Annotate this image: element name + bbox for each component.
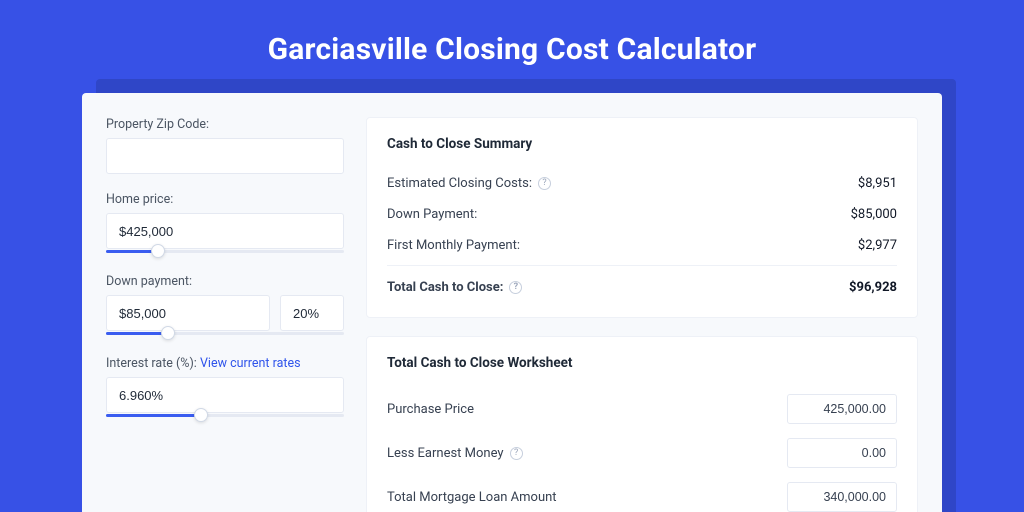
calculator-container: Property Zip Code: Home price: Down paym… [82, 93, 942, 512]
interest-rate-input[interactable] [106, 377, 344, 413]
worksheet-row-label: Less Earnest Money ? [387, 446, 523, 461]
zip-field-group: Property Zip Code: [106, 117, 344, 174]
slider-fill [106, 414, 201, 417]
slider-thumb[interactable] [151, 244, 165, 258]
summary-row: Down Payment: $85,000 [387, 199, 897, 230]
interest-rate-field-group: Interest rate (%): View current rates [106, 356, 344, 420]
interest-rate-slider[interactable] [106, 412, 344, 420]
help-icon[interactable]: ? [538, 177, 551, 190]
summary-row-value: $8,951 [858, 176, 897, 191]
help-icon[interactable]: ? [510, 447, 523, 460]
summary-row: Estimated Closing Costs: ? $8,951 [387, 168, 897, 199]
interest-rate-label-text: Interest rate (%): [106, 356, 197, 371]
inputs-column: Property Zip Code: Home price: Down paym… [106, 117, 344, 512]
worksheet-row: Purchase Price [387, 387, 897, 431]
worksheet-row-label-text: Total Mortgage Loan Amount [387, 490, 557, 505]
interest-rate-label: Interest rate (%): View current rates [106, 356, 344, 371]
calculator-panel: Property Zip Code: Home price: Down paym… [82, 93, 942, 512]
summary-row-label: First Monthly Payment: [387, 238, 520, 253]
home-price-label: Home price: [106, 192, 344, 207]
summary-total-value: $96,928 [849, 280, 897, 295]
down-payment-amount-input[interactable] [106, 295, 270, 331]
worksheet-row: Less Earnest Money ? [387, 431, 897, 475]
help-icon[interactable]: ? [509, 281, 522, 294]
worksheet-card: Total Cash to Close Worksheet Purchase P… [366, 336, 918, 512]
worksheet-row-label-text: Less Earnest Money [387, 446, 504, 461]
down-payment-label: Down payment: [106, 274, 344, 289]
worksheet-row-label: Total Mortgage Loan Amount [387, 490, 557, 505]
view-rates-link[interactable]: View current rates [200, 356, 301, 371]
worksheet-row-label: Purchase Price [387, 402, 474, 417]
slider-thumb[interactable] [194, 408, 208, 422]
down-payment-slider[interactable] [106, 330, 344, 338]
down-payment-field-group: Down payment: [106, 274, 344, 338]
home-price-field-group: Home price: [106, 192, 344, 256]
purchase-price-input[interactable] [787, 394, 897, 424]
slider-thumb[interactable] [161, 326, 175, 340]
summary-row-label: Down Payment: [387, 207, 477, 222]
down-payment-row [106, 295, 344, 331]
worksheet-row: Total Mortgage Loan Amount [387, 475, 897, 512]
summary-row-label-text: Down Payment: [387, 207, 477, 222]
summary-row-label: Estimated Closing Costs: ? [387, 176, 551, 191]
mortgage-loan-input[interactable] [787, 482, 897, 512]
summary-row-value: $2,977 [858, 238, 897, 253]
worksheet-heading: Total Cash to Close Worksheet [387, 355, 897, 371]
earnest-money-input[interactable] [787, 438, 897, 468]
down-payment-pct-input[interactable] [280, 295, 344, 331]
summary-row-label-text: Estimated Closing Costs: [387, 176, 532, 191]
home-price-slider[interactable] [106, 248, 344, 256]
home-price-input[interactable] [106, 213, 344, 249]
worksheet-row-label-text: Purchase Price [387, 402, 474, 417]
summary-total-label: Total Cash to Close: ? [387, 280, 522, 295]
slider-fill [106, 332, 168, 335]
results-column: Cash to Close Summary Estimated Closing … [366, 117, 918, 512]
summary-row-label-text: First Monthly Payment: [387, 238, 520, 253]
summary-total-label-text: Total Cash to Close: [387, 280, 503, 295]
summary-row: First Monthly Payment: $2,977 [387, 230, 897, 261]
summary-heading: Cash to Close Summary [387, 136, 897, 152]
summary-total-row: Total Cash to Close: ? $96,928 [387, 265, 897, 303]
summary-row-value: $85,000 [851, 207, 897, 222]
zip-label: Property Zip Code: [106, 117, 344, 132]
zip-input[interactable] [106, 138, 344, 174]
summary-card: Cash to Close Summary Estimated Closing … [366, 117, 918, 318]
